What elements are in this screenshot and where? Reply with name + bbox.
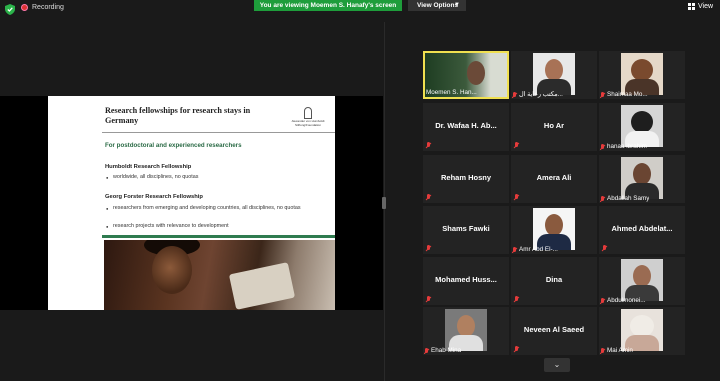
viewing-banner: You are viewing Moemen S. Hanafy's scree… — [254, 0, 402, 11]
logo-icon — [304, 107, 312, 119]
muted-mic-icon — [426, 142, 431, 148]
participant-name: Reham Hosny — [440, 173, 491, 182]
humboldt-logo: Alexander von Humboldt Stiftung/Foundati… — [288, 107, 328, 127]
participant-tile[interactable]: Shaimaa Mo... — [599, 51, 685, 99]
grid-icon — [688, 3, 695, 10]
slide-green-bar — [102, 235, 335, 238]
slide-subtitle: For postdoctoral and experienced researc… — [105, 142, 242, 149]
participant-tile[interactable]: Moemen S. Han... — [423, 51, 509, 99]
participant-name: Moemen S. Han... — [426, 89, 477, 96]
participant-avatar — [445, 309, 487, 351]
muted-mic-icon — [600, 143, 605, 150]
record-icon — [21, 4, 28, 11]
muted-mic-icon — [426, 194, 431, 200]
top-bar: Recording You are viewing Moemen S. Hana… — [0, 0, 720, 20]
participant-avatar — [621, 105, 663, 147]
participant-tile[interactable]: Mai Amin — [599, 307, 685, 355]
participant-name: Dina — [545, 275, 563, 284]
section-heading: Humboldt Research Fellowship — [105, 164, 192, 170]
participant-avatar — [621, 309, 663, 351]
view-label: View — [698, 3, 714, 10]
splitter-handle[interactable] — [382, 197, 386, 209]
participant-name: Shaimaa Mo... — [600, 91, 648, 98]
muted-mic-icon — [602, 245, 607, 251]
participant-tile[interactable]: Shams Fawki — [423, 206, 509, 254]
muted-mic-icon — [426, 245, 431, 251]
view-options-label: View Options — [417, 2, 459, 9]
bullet-item: worldwide, all disciplines, no quotas — [106, 174, 323, 181]
participant-name: Abdulmonei... — [600, 297, 646, 304]
participant-tile[interactable]: Reham Hosny — [423, 155, 509, 203]
muted-mic-icon — [600, 195, 605, 202]
participant-avatar — [621, 259, 663, 301]
view-button[interactable]: View — [688, 3, 713, 10]
participant-name: Ho Ar — [543, 121, 565, 130]
muted-mic-icon — [514, 296, 519, 302]
participant-name: Amera Ali — [536, 173, 572, 182]
muted-mic-icon — [514, 346, 519, 352]
slide-divider — [102, 132, 335, 133]
recording-indicator[interactable]: Recording — [21, 4, 64, 11]
participant-name: Ahmed Abdelat... — [611, 224, 673, 233]
slide-title: Research fellowships for research stays … — [105, 106, 251, 125]
participant-name: Mai Amin — [600, 347, 633, 354]
section-heading: Georg Forster Research Fellowship — [105, 194, 203, 200]
participant-avatar — [533, 53, 575, 95]
chevron-down-icon[interactable]: ⌄ — [544, 358, 570, 372]
participant-name: Mohamed Huss... — [435, 275, 497, 284]
muted-mic-icon — [514, 194, 519, 200]
muted-mic-icon — [600, 91, 605, 98]
participant-name: Shams Fawki — [442, 224, 490, 233]
participant-tile[interactable]: Abdulmonei... — [599, 257, 685, 305]
presentation-slide: Research fellowships for research stays … — [48, 96, 335, 310]
participant-tile[interactable]: Amera Ali — [511, 155, 597, 203]
participant-name: Ehab Mina — [424, 347, 461, 354]
muted-mic-icon — [514, 142, 519, 148]
slide-photo — [104, 240, 335, 310]
participant-tile[interactable]: Ho Ar — [511, 103, 597, 151]
logo-text: Alexander von Humboldt Stiftung/Foundati… — [291, 119, 325, 127]
muted-mic-icon — [600, 297, 605, 304]
zoom-meeting-window: Recording You are viewing Moemen S. Hana… — [0, 0, 720, 381]
participant-tile[interactable]: Ahmed Abdelat... — [599, 206, 685, 254]
participant-avatar — [621, 157, 663, 199]
participant-avatar — [621, 53, 663, 95]
shield-icon[interactable] — [5, 4, 15, 15]
participant-tile[interactable]: Abdallah Samy — [599, 155, 685, 203]
muted-mic-icon — [424, 347, 429, 354]
participant-name: Amr Abd El-... — [512, 246, 558, 253]
muted-mic-icon — [600, 347, 605, 354]
chevron-down-icon: ▼ — [454, 2, 460, 8]
participant-tile[interactable]: Mohamed Huss... — [423, 257, 509, 305]
participant-tile[interactable]: مكتب رعاية ال... — [511, 51, 597, 99]
muted-mic-icon — [512, 246, 517, 253]
participant-tile[interactable]: hanaa ibrahim — [599, 103, 685, 151]
participant-avatar — [533, 208, 575, 250]
participant-name: Dr. Wafaa H. Ab... — [435, 121, 497, 130]
muted-mic-icon — [426, 296, 431, 302]
recording-label: Recording — [32, 4, 64, 11]
participant-name: مكتب رعاية ال... — [512, 91, 563, 98]
participant-name: Abdallah Samy — [600, 195, 649, 202]
participant-tile[interactable]: Amr Abd El-... — [511, 206, 597, 254]
bullet-item: researchers from emerging and developing… — [106, 205, 323, 212]
participant-tile[interactable]: Dina — [511, 257, 597, 305]
muted-mic-icon — [512, 91, 517, 98]
view-options-button[interactable]: View Options ▼ — [408, 0, 466, 11]
participant-tile[interactable]: Ehab Mina — [423, 307, 509, 355]
participant-tile[interactable]: Dr. Wafaa H. Ab... — [423, 103, 509, 151]
participant-name: Neveen Al Saeed — [523, 325, 585, 334]
participant-tile[interactable]: Neveen Al Saeed — [511, 307, 597, 355]
participant-name: hanaa ibrahim — [600, 143, 647, 150]
bullet-item: research projects with relevance to deve… — [106, 223, 323, 230]
